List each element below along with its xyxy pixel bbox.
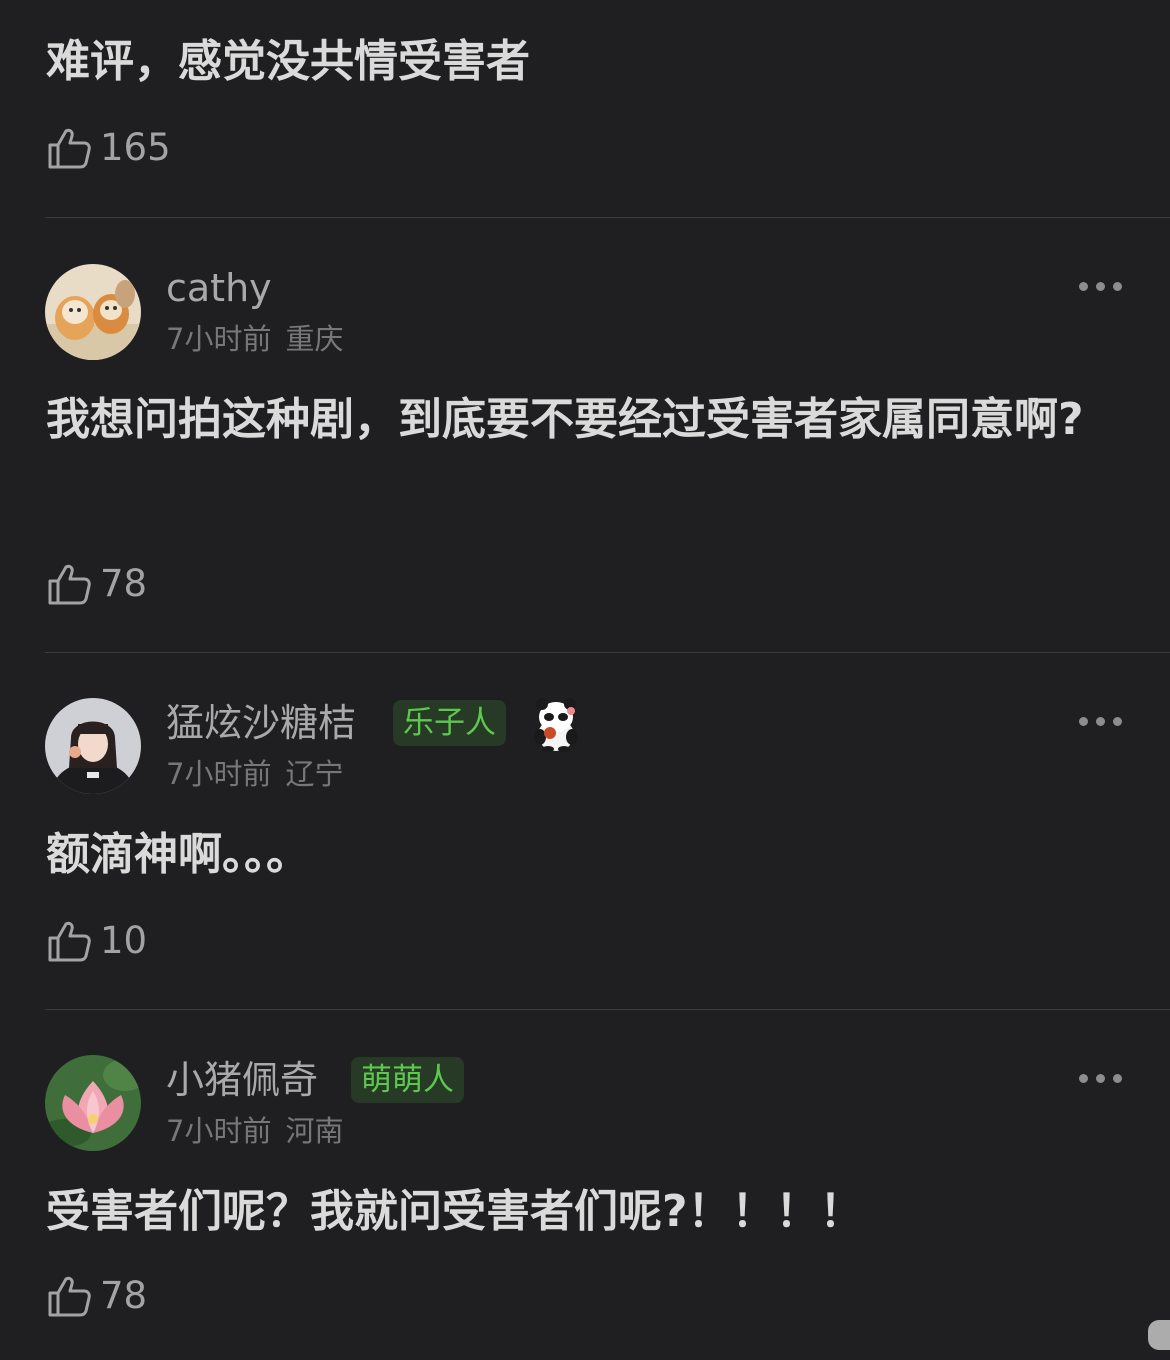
user-badge: 萌萌人 — [351, 1057, 464, 1103]
thumbs-up-icon — [48, 564, 91, 605]
comment-item: 难评，感觉没共情受害者 165 — [0, 0, 1170, 218]
thumbs-up-icon — [48, 1276, 91, 1317]
comment-location: 河南 — [285, 1114, 344, 1148]
like-button[interactable]: 10 — [46, 917, 147, 965]
like-count: 10 — [100, 919, 148, 962]
comment-text: 受害者们呢？我就问受害者们呢?！！！！ — [46, 1186, 864, 1237]
comment-text: 我想问拍这种剧，到底要不要经过受害者家属同意啊? — [46, 394, 1084, 445]
username[interactable]: 猛炫沙糖桔 — [166, 700, 356, 746]
dot-icon — [1096, 717, 1105, 726]
dot-icon — [1096, 1074, 1105, 1083]
thumbs-up-icon — [48, 128, 91, 169]
like-count: 78 — [100, 562, 148, 605]
like-count: 165 — [100, 126, 171, 169]
avatar[interactable] — [45, 698, 141, 794]
dot-icon — [1113, 282, 1122, 291]
comment-item: 猛炫沙糖桔 乐子人 7小时前 辽宁 额滴神啊。。。 10 — [0, 653, 1170, 1010]
more-options-button[interactable] — [1076, 1072, 1126, 1084]
lotus-photo-avatar — [45, 1055, 141, 1151]
user-badge: 乐子人 — [393, 700, 506, 746]
edge-handle-icon[interactable] — [1148, 1320, 1170, 1350]
dot-icon — [1113, 717, 1122, 726]
thumbs-up-icon — [48, 921, 91, 962]
dot-icon — [1079, 1074, 1088, 1083]
username[interactable]: cathy — [166, 265, 272, 311]
comment-text: 额滴神啊。。。 — [46, 829, 310, 880]
comment-time: 7小时前 — [166, 322, 272, 356]
like-button[interactable]: 165 — [46, 124, 171, 172]
cats-photo-avatar — [45, 264, 141, 360]
dot-icon — [1113, 1074, 1122, 1083]
dot-icon — [1079, 282, 1088, 291]
avatar[interactable] — [45, 1055, 141, 1151]
like-button[interactable]: 78 — [46, 1272, 147, 1320]
more-options-button[interactable] — [1076, 280, 1126, 292]
girl-photo-avatar — [45, 698, 141, 794]
comment-meta: 7小时前 重庆 — [166, 321, 343, 357]
username[interactable]: 小猪佩奇 — [166, 1057, 318, 1103]
comment-location: 重庆 — [285, 322, 344, 356]
comment-meta: 7小时前 辽宁 — [166, 756, 343, 792]
comment-time: 7小时前 — [166, 1114, 272, 1148]
comment-location: 辽宁 — [285, 757, 344, 791]
more-options-button[interactable] — [1076, 715, 1126, 727]
dot-icon — [1079, 717, 1088, 726]
like-count: 78 — [100, 1274, 148, 1317]
comment-text: 难评，感觉没共情受害者 — [46, 36, 530, 87]
comment-time: 7小时前 — [166, 757, 272, 791]
comment-item: 小猪佩奇 萌萌人 7小时前 河南 受害者们呢？我就问受害者们呢?！！！！ 78 — [0, 1010, 1170, 1360]
dot-icon — [1096, 282, 1105, 291]
avatar[interactable] — [45, 264, 141, 360]
panda-sticker-icon — [534, 698, 578, 752]
comment-item: cathy 7小时前 重庆 我想问拍这种剧，到底要不要经过受害者家属同意啊? 78 — [0, 218, 1170, 653]
comment-meta: 7小时前 河南 — [166, 1113, 343, 1149]
like-button[interactable]: 78 — [46, 560, 147, 608]
